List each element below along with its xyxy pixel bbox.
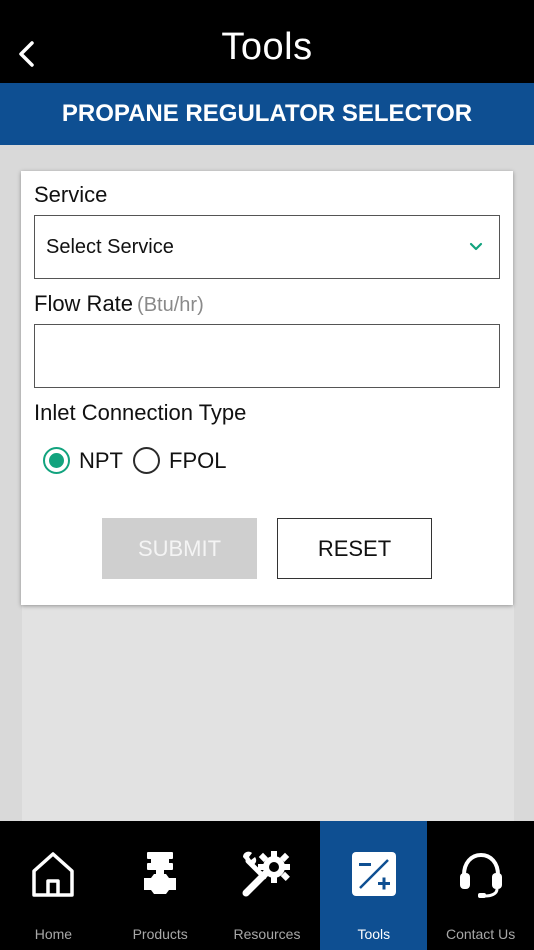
- reset-button[interactable]: RESET: [277, 518, 432, 579]
- nav-item-home[interactable]: Home: [0, 821, 107, 950]
- radio-checked-icon: [43, 447, 70, 474]
- calculator-icon: [347, 847, 401, 901]
- radio-fpol[interactable]: FPOL: [133, 447, 226, 474]
- page-title: Tools: [221, 26, 313, 68]
- inlet-connection-label: Inlet Connection Type: [34, 400, 247, 425]
- bottom-nav: Home Products Resources Tools Contact Us: [0, 821, 534, 950]
- service-label: Service: [34, 182, 108, 207]
- service-select[interactable]: Select Service: [34, 215, 500, 279]
- nav-item-resources[interactable]: Resources: [214, 821, 321, 950]
- nav-label-resources: Resources: [233, 926, 301, 942]
- radio-fpol-label: FPOL: [169, 447, 227, 473]
- chevron-down-icon: [469, 242, 483, 251]
- headset-icon: [454, 847, 508, 901]
- nav-label-tools: Tools: [357, 926, 391, 942]
- inlet-connection-radio-group: NPT FPOL: [43, 447, 236, 474]
- wrench-gear-icon: [240, 847, 294, 901]
- results-panel: [22, 605, 514, 821]
- regulator-form-card: Service Select Service Flow Rate (Btu/hr)…: [21, 171, 513, 605]
- valve-icon: [133, 847, 187, 901]
- section-title: PROPANE REGULATOR SELECTOR: [0, 83, 534, 145]
- nav-label-contact: Contact Us: [445, 926, 516, 942]
- flow-rate-unit: (Btu/hr): [137, 294, 204, 316]
- nav-label-home: Home: [34, 926, 73, 942]
- home-icon: [26, 847, 80, 901]
- nav-item-products[interactable]: Products: [107, 821, 214, 950]
- top-bar: Tools: [0, 0, 534, 83]
- flow-rate-label-text: Flow Rate: [34, 291, 134, 316]
- radio-npt-label: NPT: [79, 447, 123, 473]
- radio-npt[interactable]: NPT: [43, 447, 123, 474]
- submit-button[interactable]: SUBMIT: [102, 518, 257, 579]
- nav-item-tools[interactable]: Tools: [320, 821, 428, 950]
- service-select-value: Select Service: [46, 236, 174, 258]
- flow-rate-label: Flow Rate (Btu/hr): [34, 291, 204, 317]
- radio-unchecked-icon: [133, 447, 160, 474]
- flow-rate-input[interactable]: [34, 324, 500, 388]
- nav-item-contact[interactable]: Contact Us: [427, 821, 534, 950]
- nav-label-products: Products: [132, 926, 188, 942]
